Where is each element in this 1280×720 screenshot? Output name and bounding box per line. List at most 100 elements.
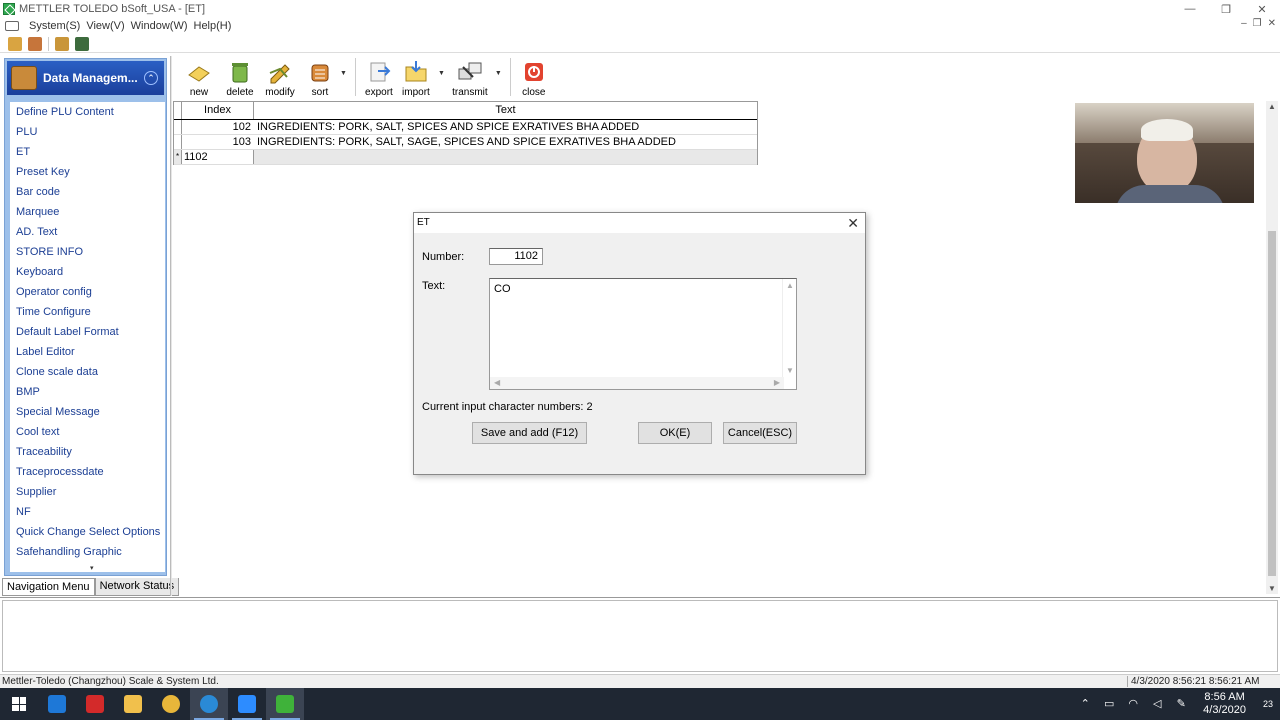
- mdi-close-button[interactable]: ✕: [1268, 18, 1276, 29]
- cancel-button[interactable]: Cancel(ESC): [723, 422, 797, 444]
- start-button[interactable]: [0, 688, 38, 720]
- cell-text[interactable]: INGREDIENTS: PORK, SALT, SAGE, SPICES AN…: [254, 135, 757, 149]
- nav-item-store-info[interactable]: STORE INFO: [10, 242, 165, 262]
- minimize-button[interactable]: —: [1172, 0, 1208, 18]
- nav-item-cool-text[interactable]: Cool text: [10, 422, 165, 442]
- import-button[interactable]: import: [396, 56, 436, 98]
- menu-system[interactable]: System(S): [29, 20, 80, 32]
- transmit-button[interactable]: transmit: [447, 56, 493, 98]
- nav-item-preset-key[interactable]: Preset Key: [10, 162, 165, 182]
- nav-item-operator-config[interactable]: Operator config: [10, 282, 165, 302]
- home-icon[interactable]: [55, 36, 69, 51]
- volume-icon[interactable]: ◁: [1150, 698, 1164, 710]
- nav-item-ad-text[interactable]: AD. Text: [10, 222, 165, 242]
- tab-network-status[interactable]: Network Status: [94, 578, 180, 596]
- nav-item-clone-scale-data[interactable]: Clone scale data: [10, 362, 165, 382]
- nav-item-default-label-format[interactable]: Default Label Format: [10, 322, 165, 342]
- cell-text[interactable]: [254, 150, 757, 164]
- nav-item-et[interactable]: ET: [10, 142, 165, 162]
- ok-button[interactable]: OK(E): [638, 422, 712, 444]
- nav-item-time-configure[interactable]: Time Configure: [10, 302, 165, 322]
- taskbar-chrome[interactable]: [152, 688, 190, 720]
- row-selector[interactable]: [174, 135, 182, 149]
- new-row[interactable]: * 1102: [174, 150, 757, 165]
- mdi-minimize-button[interactable]: –: [1241, 18, 1247, 29]
- taskbar-edge[interactable]: [38, 688, 76, 720]
- pen-icon[interactable]: ✎: [1174, 698, 1188, 710]
- export-button[interactable]: export: [362, 56, 396, 98]
- pane-splitter[interactable]: [0, 597, 1280, 598]
- cell-index[interactable]: 103: [182, 135, 254, 149]
- mdi-restore-button[interactable]: ❐: [1253, 18, 1262, 29]
- nav-item-traceability[interactable]: Traceability: [10, 442, 165, 462]
- import-dropdown-icon[interactable]: ▼: [438, 70, 445, 77]
- panel-splitter[interactable]: [170, 56, 172, 596]
- menu-window[interactable]: Window(W): [131, 20, 188, 32]
- scroll-down-icon[interactable]: ▾: [90, 564, 94, 572]
- taskbar-bsoft[interactable]: [266, 688, 304, 720]
- taskbar-app-q[interactable]: [76, 688, 114, 720]
- close-window-button[interactable]: ✕: [1244, 0, 1280, 18]
- cell-index[interactable]: 1102: [182, 150, 254, 164]
- taskbar-zoom[interactable]: [228, 688, 266, 720]
- nav-item-bar-code[interactable]: Bar code: [10, 182, 165, 202]
- scroll-right-icon[interactable]: ▶: [774, 378, 780, 387]
- modify-button[interactable]: modify: [258, 56, 302, 98]
- table-row[interactable]: 102 INGREDIENTS: PORK, SALT, SPICES AND …: [174, 120, 757, 135]
- textarea-vertical-scrollbar[interactable]: ▲ ▼: [782, 279, 796, 377]
- close-button[interactable]: close: [517, 56, 551, 98]
- nav-item-traceprocessdate[interactable]: Traceprocessdate: [10, 462, 165, 482]
- delete-button[interactable]: delete: [222, 56, 258, 98]
- textarea-horizontal-scrollbar[interactable]: ◀ ▶: [490, 377, 784, 389]
- cell-text[interactable]: INGREDIENTS: PORK, SALT, SPICES AND SPIC…: [254, 120, 757, 134]
- cell-index[interactable]: 102: [182, 120, 254, 134]
- scroll-down-icon[interactable]: ▼: [1268, 584, 1276, 593]
- column-header-index[interactable]: Index: [182, 102, 254, 119]
- taskbar-clock[interactable]: 8:56 AM 4/3/2020: [1203, 691, 1246, 717]
- number-field[interactable]: 1102: [489, 248, 543, 265]
- nav-item-keyboard[interactable]: Keyboard: [10, 262, 165, 282]
- scale-icon[interactable]: [28, 36, 42, 51]
- menu-view[interactable]: View(V): [86, 20, 124, 32]
- taskbar-teamviewer[interactable]: [190, 688, 228, 720]
- nav-item-nf[interactable]: NF: [10, 502, 165, 522]
- scrollbar-thumb[interactable]: [1268, 231, 1276, 576]
- dialog-close-icon[interactable]: ✕: [847, 215, 859, 232]
- nav-item-supplier[interactable]: Supplier: [10, 482, 165, 502]
- nav-item-quick-change-select-options[interactable]: Quick Change Select Options: [10, 522, 165, 542]
- nav-item-label-editor[interactable]: Label Editor: [10, 342, 165, 362]
- main-vertical-scrollbar[interactable]: ▲ ▼: [1266, 101, 1278, 594]
- nav-item-safehandling-graphic[interactable]: Safehandling Graphic: [10, 542, 165, 562]
- scroll-left-icon[interactable]: ◀: [494, 378, 500, 387]
- row-selector[interactable]: [174, 120, 182, 134]
- scroll-up-icon[interactable]: ▲: [786, 281, 794, 290]
- sort-button[interactable]: sort: [302, 56, 338, 98]
- exit-icon[interactable]: [75, 36, 89, 51]
- scroll-up-icon[interactable]: ▲: [1268, 102, 1276, 111]
- text-area[interactable]: CO ▲ ▼ ◀ ▶: [489, 278, 797, 390]
- save-and-add-button[interactable]: Save and add (F12): [472, 422, 587, 444]
- wifi-icon[interactable]: ◠: [1126, 698, 1140, 710]
- toolbar-divider: [509, 58, 511, 96]
- nav-item-bmp[interactable]: BMP: [10, 382, 165, 402]
- tab-navigation-menu[interactable]: Navigation Menu: [2, 578, 95, 596]
- new-button[interactable]: new: [176, 56, 222, 98]
- nav-item-plu[interactable]: PLU: [10, 122, 165, 142]
- table-row[interactable]: 103 INGREDIENTS: PORK, SALT, SAGE, SPICE…: [174, 135, 757, 150]
- network-device-icon[interactable]: ▭: [1102, 698, 1116, 710]
- sort-dropdown-icon[interactable]: ▼: [340, 70, 347, 77]
- menu-help[interactable]: Help(H): [194, 20, 232, 32]
- nav-item-define-plu-content[interactable]: Define PLU Content: [10, 102, 165, 122]
- nav-item-special-message[interactable]: Special Message: [10, 402, 165, 422]
- maximize-button[interactable]: ❐: [1208, 0, 1244, 18]
- notifications-icon[interactable]: 23: [1256, 688, 1280, 720]
- show-hidden-icons-icon[interactable]: ⌃: [1078, 698, 1092, 710]
- taskbar-file-explorer[interactable]: [114, 688, 152, 720]
- scroll-down-icon[interactable]: ▼: [786, 366, 794, 375]
- system-menu-icon[interactable]: [5, 21, 19, 31]
- nav-item-marquee[interactable]: Marquee: [10, 202, 165, 222]
- collapse-icon[interactable]: ⌃: [144, 71, 158, 85]
- transmit-dropdown-icon[interactable]: ▼: [495, 70, 502, 77]
- connect-icon[interactable]: [8, 36, 22, 51]
- column-header-text[interactable]: Text: [254, 102, 757, 119]
